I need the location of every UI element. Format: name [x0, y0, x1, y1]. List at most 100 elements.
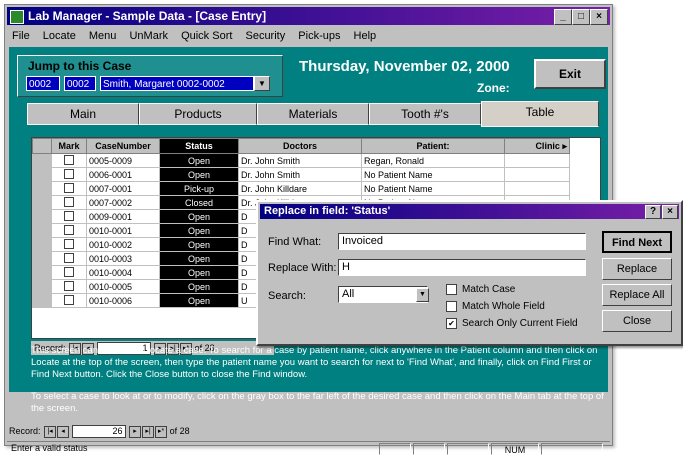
- status-cell[interactable]: Open: [159, 279, 239, 294]
- clinic-cell[interactable]: [504, 153, 570, 168]
- search-scope-select[interactable]: All: [338, 286, 428, 303]
- status-cell[interactable]: Open: [159, 293, 239, 308]
- casenumber-cell[interactable]: 0010-0003: [86, 251, 160, 266]
- menu-menu[interactable]: Menu: [89, 30, 117, 42]
- col-status[interactable]: Status: [159, 138, 239, 154]
- first-record-icon[interactable]: |◂: [44, 425, 57, 438]
- doctor-cell[interactable]: Dr. John Killdare: [238, 181, 362, 196]
- minimize-button[interactable]: _: [554, 9, 572, 25]
- help-icon[interactable]: ?: [645, 205, 661, 219]
- patient-cell[interactable]: No Patient Name: [361, 181, 505, 196]
- row-selector[interactable]: [32, 293, 52, 308]
- row-selector[interactable]: [32, 195, 52, 210]
- menu-quick-sort[interactable]: Quick Sort: [181, 30, 232, 42]
- row-selector[interactable]: [32, 209, 52, 224]
- mark-cell[interactable]: [51, 195, 87, 210]
- tab-main[interactable]: Main: [27, 103, 139, 125]
- mark-cell[interactable]: [51, 153, 87, 168]
- mark-cell[interactable]: [51, 181, 87, 196]
- clinic-cell[interactable]: [504, 181, 570, 196]
- status-cell[interactable]: Open: [159, 265, 239, 280]
- casenumber-cell[interactable]: 0010-0005: [86, 279, 160, 294]
- row-selector[interactable]: [32, 237, 52, 252]
- menu-security[interactable]: Security: [245, 30, 285, 42]
- last-record-icon[interactable]: ▸|: [142, 425, 155, 438]
- casenumber-cell[interactable]: 0007-0001: [86, 181, 160, 196]
- replace-with-input[interactable]: H: [338, 259, 586, 276]
- menu-pick-ups[interactable]: Pick-ups: [298, 30, 340, 42]
- chevron-down-icon[interactable]: ▼: [416, 288, 429, 302]
- mark-cell[interactable]: [51, 251, 87, 266]
- exit-button[interactable]: Exit: [534, 59, 606, 89]
- mark-cell[interactable]: [51, 167, 87, 182]
- status-cell[interactable]: Pick-up: [159, 181, 239, 196]
- col-doctors[interactable]: Doctors: [238, 138, 362, 154]
- replace-all-button[interactable]: Replace All: [602, 284, 672, 306]
- status-cell[interactable]: Open: [159, 209, 239, 224]
- row-selector[interactable]: [32, 223, 52, 238]
- status-cell[interactable]: Open: [159, 153, 239, 168]
- mark-cell[interactable]: [51, 265, 87, 280]
- jump-field-2[interactable]: 0002: [64, 76, 96, 91]
- col-mark[interactable]: Mark: [51, 138, 87, 154]
- casenumber-cell[interactable]: 0010-0004: [86, 265, 160, 280]
- status-cell[interactable]: Open: [159, 167, 239, 182]
- tab-table[interactable]: Table: [481, 101, 599, 127]
- maximize-button[interactable]: □: [572, 9, 590, 25]
- chevron-down-icon[interactable]: ▼: [254, 76, 270, 91]
- row-selector[interactable]: [32, 181, 52, 196]
- tab-tooth-numbers[interactable]: Tooth #'s: [369, 103, 481, 125]
- new-record-icon[interactable]: ▸*: [155, 425, 168, 438]
- col-clinic[interactable]: Clinic ▸: [504, 138, 570, 154]
- close-button[interactable]: Close: [602, 310, 672, 332]
- row-selector[interactable]: [32, 265, 52, 280]
- casenumber-cell[interactable]: 0009-0001: [86, 209, 160, 224]
- find-next-button[interactable]: Find Next: [602, 231, 672, 253]
- match-whole-field-checkbox[interactable]: Match Whole Field: [446, 301, 545, 312]
- row-selector[interactable]: [32, 167, 52, 182]
- status-cell[interactable]: Closed: [159, 195, 239, 210]
- table-row[interactable]: 0006-0001 Open Dr. John Smith No Patient Na…: [32, 167, 570, 182]
- doctor-cell[interactable]: Dr. John Smith: [238, 153, 362, 168]
- row-selector[interactable]: [32, 279, 52, 294]
- casenumber-cell[interactable]: 0006-0001: [86, 167, 160, 182]
- prev-record-icon[interactable]: ◂: [57, 425, 70, 438]
- casenumber-cell[interactable]: 0010-0006: [86, 293, 160, 308]
- mark-cell[interactable]: [51, 279, 87, 294]
- status-cell[interactable]: Open: [159, 237, 239, 252]
- col-casenumber[interactable]: CaseNumber: [86, 138, 160, 154]
- table-row[interactable]: 0007-0001 Pick-up Dr. John Killdare No Pati…: [32, 181, 570, 196]
- jump-field-1[interactable]: 0002: [26, 76, 60, 91]
- mark-cell[interactable]: [51, 209, 87, 224]
- row-selector[interactable]: [32, 153, 52, 168]
- scroll-right-icon[interactable]: ▸: [562, 141, 567, 151]
- row-selector[interactable]: [32, 251, 52, 266]
- tab-materials[interactable]: Materials: [257, 103, 369, 125]
- record-number-input[interactable]: 26: [71, 425, 126, 439]
- search-only-current-field-checkbox[interactable]: ✔ Search Only Current Field: [446, 318, 578, 329]
- replace-button[interactable]: Replace: [602, 258, 672, 280]
- menu-unmark[interactable]: UnMark: [129, 30, 168, 42]
- patient-cell[interactable]: No Patient Name: [361, 167, 505, 182]
- doctor-cell[interactable]: Dr. John Smith: [238, 167, 362, 182]
- menu-locate[interactable]: Locate: [43, 30, 76, 42]
- casenumber-cell[interactable]: 0005-0009: [86, 153, 160, 168]
- clinic-cell[interactable]: [504, 167, 570, 182]
- menu-help[interactable]: Help: [354, 30, 377, 42]
- table-row[interactable]: 0005-0009 Open Dr. John Smith Regan, Ronald: [32, 153, 570, 168]
- jump-case-select[interactable]: Smith, Margaret 0002-0002: [100, 76, 254, 91]
- close-button[interactable]: ×: [590, 9, 608, 25]
- casenumber-cell[interactable]: 0010-0001: [86, 223, 160, 238]
- mark-cell[interactable]: [51, 293, 87, 308]
- patient-cell[interactable]: Regan, Ronald: [361, 153, 505, 168]
- find-what-input[interactable]: Invoiced: [338, 233, 586, 250]
- col-patient[interactable]: Patient:: [361, 138, 505, 154]
- mark-cell[interactable]: [51, 223, 87, 238]
- status-cell[interactable]: Open: [159, 223, 239, 238]
- menu-file[interactable]: File: [12, 30, 30, 42]
- mark-cell[interactable]: [51, 237, 87, 252]
- tab-products[interactable]: Products: [139, 103, 257, 125]
- casenumber-cell[interactable]: 0007-0002: [86, 195, 160, 210]
- casenumber-cell[interactable]: 0010-0002: [86, 237, 160, 252]
- match-case-checkbox[interactable]: Match Case: [446, 284, 515, 295]
